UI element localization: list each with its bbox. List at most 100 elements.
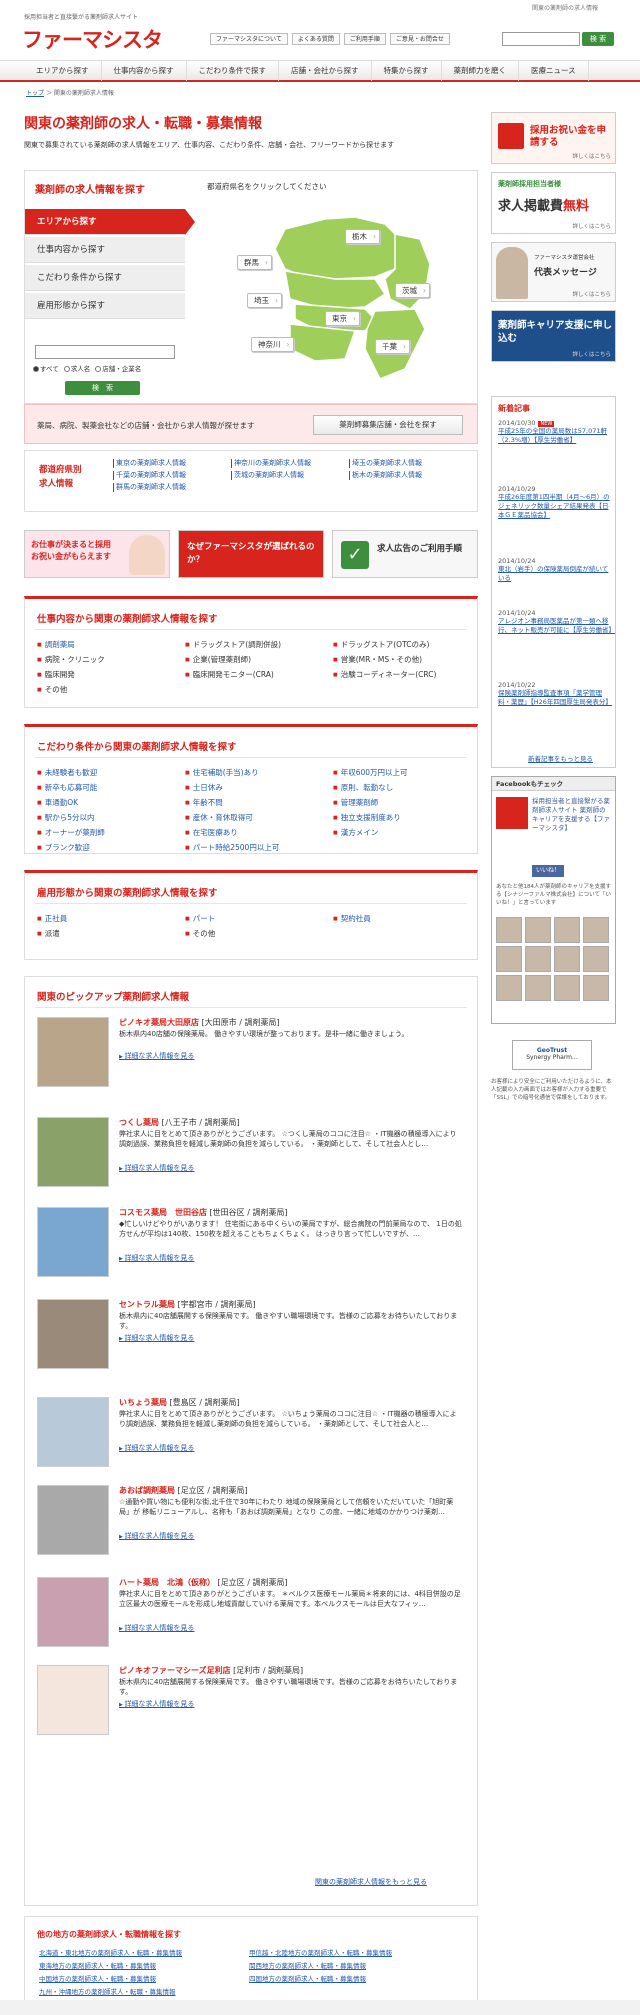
news-link[interactable]: アレジオン事務局医薬品が第一類へ移行、ネット販売が可能に【厚生労働省】 xyxy=(498,617,615,635)
pickup-detail-link[interactable]: 詳細な求人情報を見る xyxy=(119,1163,194,1173)
pickup-name[interactable]: コスモス薬局 世田谷店 xyxy=(119,1208,207,1217)
nav-skill[interactable]: 薬剤師力を磨く xyxy=(442,61,519,81)
nav-store[interactable]: 店舗・会社から探す xyxy=(279,61,372,81)
job-item[interactable]: 調剤薬局 xyxy=(37,639,185,650)
other-region-link[interactable]: 東海地方の薬剤師求人・転職・募集情報 xyxy=(39,1960,249,1970)
nav-condition[interactable]: こだわり条件で探す xyxy=(187,61,279,81)
condition-item[interactable]: パート時給2500円以上可 xyxy=(185,842,333,853)
condition-item[interactable]: オーナーが薬剤師 xyxy=(37,827,185,838)
pharmacy-photo[interactable] xyxy=(37,1397,109,1467)
link-gunma[interactable]: 群馬の薬剤師求人情報 xyxy=(113,483,231,492)
banner-bonus[interactable]: お仕事が決まると採用お祝い金がもらえます xyxy=(24,530,170,578)
radio-all[interactable]: すべて xyxy=(33,363,59,373)
pickup-name[interactable]: ピノキオ薬局大田原店 xyxy=(119,1018,199,1027)
link-saitama[interactable]: 埼玉の薬剤師求人情報 xyxy=(349,459,467,468)
sidebar-banner-free[interactable]: 薬剤師採用担当者様 求人掲載費無料 詳しくはこちら xyxy=(491,172,616,234)
avatar[interactable] xyxy=(496,946,522,972)
pickup-more-link[interactable]: 関東の薬剤師求人情報をもっと見る xyxy=(315,1877,427,1887)
condition-item[interactable]: 管理薬剤師 xyxy=(333,797,481,808)
sidebar-ceo-detail[interactable]: 詳しくはこちら xyxy=(572,290,611,298)
other-region-link[interactable]: 関西地方の薬剤師求人・転職・募集情報 xyxy=(249,1960,459,1970)
nav-area[interactable]: エリアから探す xyxy=(24,61,102,81)
pickup-name[interactable]: あおば調剤薬局 xyxy=(119,1486,175,1495)
link-about[interactable]: ファーマシスタについて xyxy=(210,33,288,45)
sidebar-banner-bonus[interactable]: 採用お祝い金を申請する 詳しくはこちら xyxy=(491,112,616,164)
avatar[interactable] xyxy=(525,946,551,972)
condition-item[interactable]: 土日休み xyxy=(185,782,333,793)
nav-job[interactable]: 仕事内容から探す xyxy=(102,61,187,81)
avatar[interactable] xyxy=(554,975,580,1001)
avatar[interactable] xyxy=(496,975,522,1001)
header-search-input[interactable] xyxy=(502,32,580,46)
pickup-name[interactable]: いちょう薬局 xyxy=(119,1398,167,1407)
geotrust-seal[interactable]: GeoTrust Synergy Pharm... xyxy=(512,1040,592,1070)
pref-kanagawa[interactable]: 神奈川 xyxy=(251,337,294,352)
pref-tochigi[interactable]: 栃木 xyxy=(345,229,380,244)
store-search-button[interactable]: 薬剤師募集店舗・会社を探す xyxy=(313,415,463,435)
news-link[interactable]: 平成26年度第1四半期（4月〜6月）のジェネリック数量シェア結果発表【日本ＧＥ薬… xyxy=(498,493,612,520)
banner-why[interactable]: なぜファーマシスタが選ばれるのか？ xyxy=(178,530,324,578)
tab-employment[interactable]: 雇用形態から探す xyxy=(25,293,185,319)
avatar[interactable] xyxy=(554,917,580,943)
sidebar-banner-ceo[interactable]: ファーマシスタ運営会社 代表メッセージ 詳しくはこちら xyxy=(491,242,616,302)
link-faq[interactable]: よくある質問 xyxy=(291,33,340,45)
search-button[interactable]: 検 索 xyxy=(65,381,140,395)
condition-item[interactable]: 住宅補助(手当)あり xyxy=(185,767,333,778)
radio-job[interactable]: 求人名 xyxy=(63,363,90,373)
nav-feature[interactable]: 特集から探す xyxy=(372,61,442,81)
link-kanagawa[interactable]: 神奈川の薬剤師求人情報 xyxy=(231,459,349,468)
link-contact[interactable]: ご意見・お問合せ xyxy=(389,33,450,45)
tab-job[interactable]: 仕事内容から探す xyxy=(25,237,185,263)
pharmacy-photo[interactable] xyxy=(37,1577,109,1647)
other-region-link[interactable]: 九州・沖縄地方の薬剤師求人・転職・募集情報 xyxy=(39,1986,249,1996)
pickup-name[interactable]: ピノキオファーマシーズ足利店 xyxy=(119,1666,231,1675)
pharmacy-photo[interactable] xyxy=(37,1017,109,1087)
condition-item[interactable]: 独立支援制度あり xyxy=(333,812,481,823)
other-region-link[interactable]: 四国地方の薬剤師求人・転職・募集情報 xyxy=(249,1973,459,1983)
avatar[interactable] xyxy=(496,917,522,943)
pickup-detail-link[interactable]: 詳細な求人情報を見る xyxy=(119,1531,194,1541)
pickup-detail-link[interactable]: 詳細な求人情報を見る xyxy=(119,1253,194,1263)
banner-guide[interactable]: ✓ 求人広告のご利用手順 xyxy=(332,530,478,578)
breadcrumb-home[interactable]: トップ xyxy=(26,90,44,97)
condition-item[interactable]: 駅から5分以内 xyxy=(37,812,185,823)
keyword-input[interactable] xyxy=(35,345,175,359)
other-region-link[interactable]: 中国地方の薬剤師求人・転職・募集情報 xyxy=(39,1973,249,1983)
other-region-link[interactable]: 北海道・東北地方の薬剤師求人・転職・募集情報 xyxy=(39,1947,249,1957)
pharmacy-photo[interactable] xyxy=(37,1207,109,1277)
link-ibaraki[interactable]: 茨城の薬剤師求人情報 xyxy=(231,471,349,480)
pref-tokyo[interactable]: 東京 xyxy=(325,311,360,326)
pickup-detail-link[interactable]: 詳細な求人情報を見る xyxy=(119,1443,194,1453)
sidebar-bonus-detail[interactable]: 詳しくはこちら xyxy=(572,152,611,160)
condition-item[interactable]: 漢方メイン xyxy=(333,827,481,838)
avatar[interactable] xyxy=(525,917,551,943)
news-link[interactable]: 平成25年の全国の薬局数は57,071軒（2.3%増）【厚生労働省】 xyxy=(498,427,612,445)
nav-news[interactable]: 医療ニュース xyxy=(519,61,589,81)
radio-store[interactable]: 店舗・企業名 xyxy=(95,363,141,373)
other-region-link[interactable]: 甲信越・北陸地方の薬剤師求人・転職・募集情報 xyxy=(249,1947,459,1957)
news-link[interactable]: 保険薬剤師指導監査事項「薬学管理料・薬歴」【H26年四国厚生局発表分】 xyxy=(498,689,612,707)
map-gunma-tochigi[interactable] xyxy=(274,216,401,280)
avatar[interactable] xyxy=(583,917,609,943)
pref-ibaraki[interactable]: 茨城 xyxy=(395,283,430,298)
pickup-name[interactable]: ハート薬局 北鴻（仮称） xyxy=(119,1578,215,1587)
condition-item[interactable]: 未経験者も歓迎 xyxy=(37,767,185,778)
pharmacy-photo[interactable] xyxy=(37,1299,109,1369)
condition-item[interactable]: ブランク歓迎 xyxy=(37,842,185,853)
link-guide[interactable]: ご利用手順 xyxy=(343,33,386,45)
sidebar-free-detail[interactable]: 詳しくはこちら xyxy=(572,222,611,230)
pickup-name[interactable]: つくし薬局 xyxy=(119,1118,159,1127)
news-more-link[interactable]: 新着記事をもっと見る xyxy=(528,753,593,763)
header-search-button[interactable]: 検 索 xyxy=(582,32,614,46)
fb-like-button[interactable]: いいね！ xyxy=(532,865,565,877)
condition-item[interactable]: 原則、転勤なし xyxy=(333,782,481,793)
condition-item[interactable]: 在宅医療あり xyxy=(185,827,333,838)
link-tochigi[interactable]: 栃木の薬剤師求人情報 xyxy=(349,471,467,480)
pharmacy-photo[interactable] xyxy=(37,1117,109,1187)
employment-item[interactable]: 正社員 xyxy=(37,913,185,924)
sidebar-banner-career[interactable]: 薬剤師キャリア支援に申し込む 詳しくはこちら xyxy=(491,310,616,362)
condition-item[interactable]: 年齢不問 xyxy=(185,797,333,808)
tab-condition[interactable]: こだわり条件から探す xyxy=(25,265,185,291)
sidebar-career-detail[interactable]: 詳しくはこちら xyxy=(572,350,611,358)
pref-chiba[interactable]: 千葉 xyxy=(375,339,410,354)
